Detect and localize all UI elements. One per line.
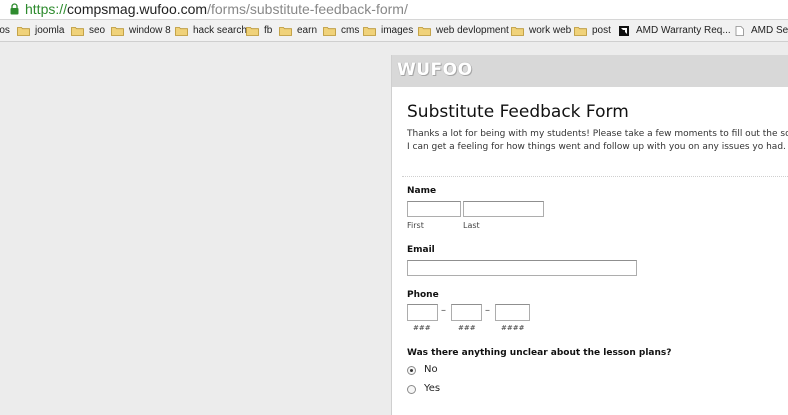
url-host: compsmag.wufoo.com xyxy=(67,1,208,17)
folder-icon xyxy=(17,26,30,36)
first-name-input[interactable] xyxy=(407,201,461,217)
folder-icon xyxy=(511,26,524,36)
phone-line-input[interactable] xyxy=(495,304,530,321)
bookmark-window-8[interactable]: window 8 xyxy=(111,23,171,38)
bookmark-label: post xyxy=(592,25,611,36)
bookmark-label: window 8 xyxy=(129,25,171,36)
bookmark-work-web[interactable]: work web xyxy=(511,23,571,38)
form-title: Substitute Feedback Form xyxy=(407,102,629,122)
lock-icon xyxy=(10,3,19,15)
folder-icon xyxy=(279,26,292,36)
form-panel: WUFOO Substitute Feedback Form Thanks a … xyxy=(391,55,788,415)
url-path: /forms/substitute-feedback-form/ xyxy=(207,1,408,17)
bookmark-seo[interactable]: seo xyxy=(71,23,105,38)
radio-no[interactable] xyxy=(407,366,416,375)
phone-prefix-hint: ### xyxy=(458,324,476,332)
phone-line-hint: #### xyxy=(501,324,525,332)
phone-label: Phone xyxy=(407,290,439,300)
email-label: Email xyxy=(407,245,435,255)
bookmark-label: AMD Warranty Req... xyxy=(636,25,731,36)
phone-prefix-input[interactable] xyxy=(451,304,482,321)
address-bar[interactable]: https://compsmag.wufoo.com/forms/substit… xyxy=(0,0,788,20)
bookmarks-bar: ros joomla seo window 8 hack search fb e… xyxy=(0,20,788,42)
last-name-input[interactable] xyxy=(463,201,544,217)
bookmark-label: joomla xyxy=(35,25,65,36)
bookmark-hack-search[interactable]: hack search xyxy=(175,23,247,38)
phone-area-input[interactable] xyxy=(407,304,438,321)
bookmark-amd-serv[interactable]: AMD Serv xyxy=(733,23,788,38)
url-text[interactable]: https://compsmag.wufoo.com/forms/substit… xyxy=(25,1,408,18)
bookmark-label: web devlopment xyxy=(436,25,509,36)
folder-icon xyxy=(323,26,336,36)
folder-icon xyxy=(111,26,124,36)
bookmark-joomla[interactable]: joomla xyxy=(17,23,64,38)
bookmark-label: work web xyxy=(529,25,572,36)
bookmark-amd-warranty[interactable]: AMD Warranty Req... xyxy=(618,23,731,38)
form-description: Thanks a lot for being with my students!… xyxy=(407,129,788,152)
bookmark-fb[interactable]: fb xyxy=(246,23,272,38)
folder-icon xyxy=(363,26,376,36)
bookmark-label: ros xyxy=(0,25,10,36)
last-name-hint: Last xyxy=(463,221,480,230)
lesson-question-label: Was there anything unclear about the les… xyxy=(407,348,672,358)
phone-area-hint: ### xyxy=(413,324,431,332)
folder-icon xyxy=(418,26,431,36)
bookmark-label: hack search xyxy=(193,25,247,36)
first-name-hint: First xyxy=(407,221,424,230)
folder-icon xyxy=(574,26,587,36)
wufoo-logo: WUFOO xyxy=(397,60,473,80)
section-divider xyxy=(402,176,788,177)
bookmark-images[interactable]: images xyxy=(363,23,413,38)
folder-icon xyxy=(71,26,84,36)
phone-dash: – xyxy=(485,305,490,316)
bookmark-label: AMD Serv xyxy=(751,25,788,36)
name-label: Name xyxy=(407,186,437,196)
page-icon xyxy=(735,25,744,36)
phone-dash: – xyxy=(441,305,446,316)
bookmark-cms[interactable]: cms xyxy=(323,23,359,38)
bookmark-label: seo xyxy=(89,25,106,36)
folder-icon xyxy=(246,26,259,36)
form-header: WUFOO xyxy=(392,55,788,87)
radio-no-label[interactable]: No xyxy=(424,364,438,375)
bookmark-earn[interactable]: earn xyxy=(279,23,317,38)
folder-icon xyxy=(175,26,188,36)
radio-yes[interactable] xyxy=(407,385,416,394)
bookmark-label: earn xyxy=(297,25,318,36)
email-input[interactable] xyxy=(407,260,637,276)
url-scheme: https:// xyxy=(25,1,68,17)
bookmark-web-devlopment[interactable]: web devlopment xyxy=(418,23,509,38)
bookmark-post[interactable]: post xyxy=(574,23,611,38)
bookmark-ros[interactable]: ros xyxy=(0,23,10,38)
bookmark-label: cms xyxy=(341,25,360,36)
bookmark-label: images xyxy=(381,25,414,36)
bookmark-label: fb xyxy=(264,25,273,36)
amd-icon xyxy=(619,25,629,36)
radio-yes-label[interactable]: Yes xyxy=(424,383,440,394)
